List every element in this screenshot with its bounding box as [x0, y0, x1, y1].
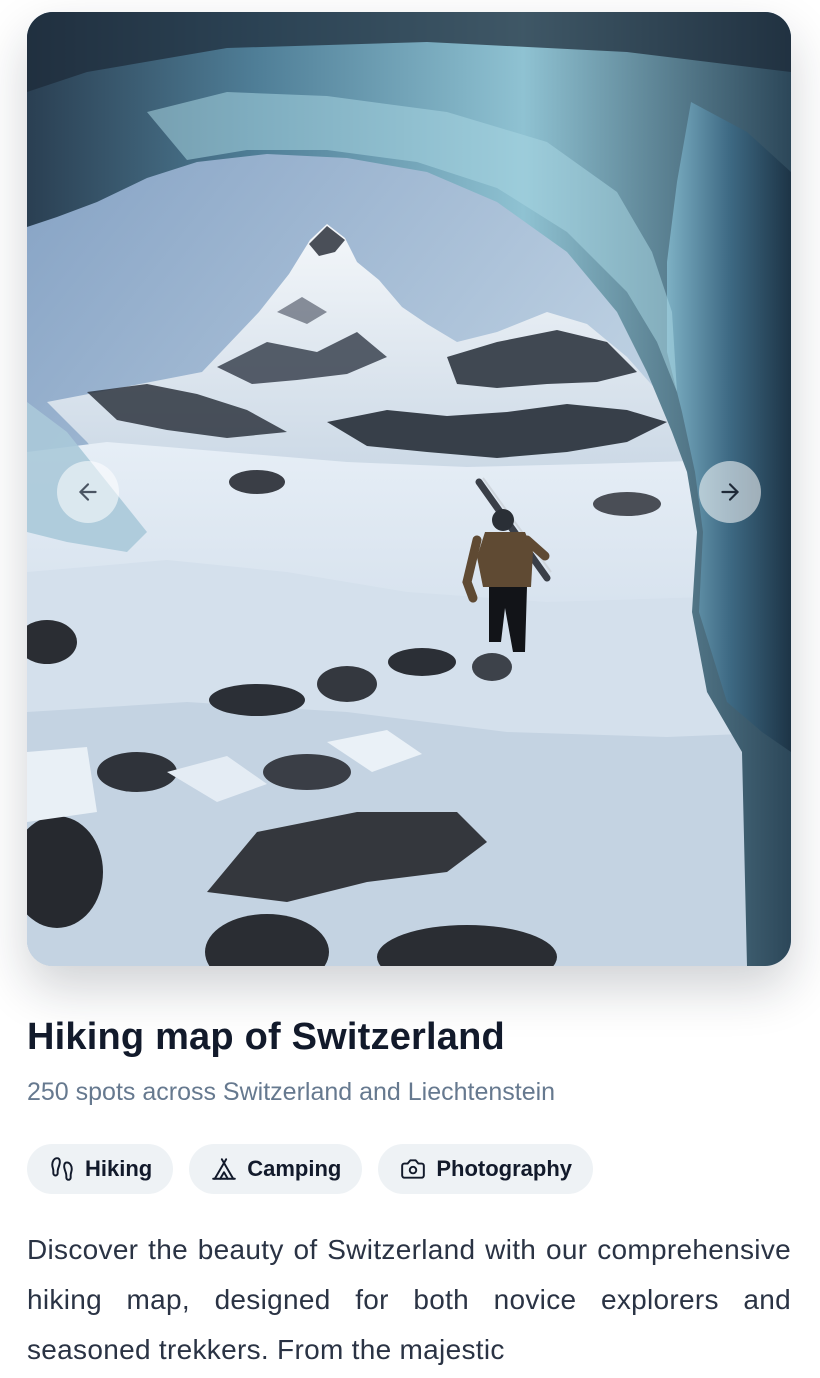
tag-hiking-label: Hiking — [85, 1156, 153, 1181]
listing-page: Hiking map of Switzerland 250 spots acro… — [0, 0, 820, 1378]
tag-camping-label: Camping — [247, 1156, 342, 1181]
arrow-left-icon — [79, 483, 97, 501]
tag-camping[interactable]: Camping — [189, 1144, 363, 1194]
hero-photo — [27, 12, 791, 966]
camera-icon — [401, 1159, 426, 1179]
tent-icon — [212, 1158, 237, 1180]
tag-hiking[interactable]: Hiking — [27, 1144, 174, 1194]
arrow-right-icon — [721, 483, 739, 501]
carousel-prev-button[interactable] — [57, 461, 119, 523]
listing-title: Hiking map of Switzerland — [27, 1016, 505, 1058]
tag-list: Hiking Camping Photography — [27, 1144, 594, 1194]
tag-photography[interactable]: Photography — [378, 1144, 594, 1194]
listing-subtitle: 250 spots across Switzerland and Liechte… — [27, 1078, 556, 1106]
carousel-next-button[interactable] — [699, 461, 761, 523]
photo-carousel[interactable] — [27, 12, 791, 966]
tag-photography-label: Photography — [436, 1156, 573, 1181]
footprints-icon — [51, 1157, 73, 1181]
listing-description: Discover the beauty of Switzerland with … — [27, 1234, 791, 1365]
